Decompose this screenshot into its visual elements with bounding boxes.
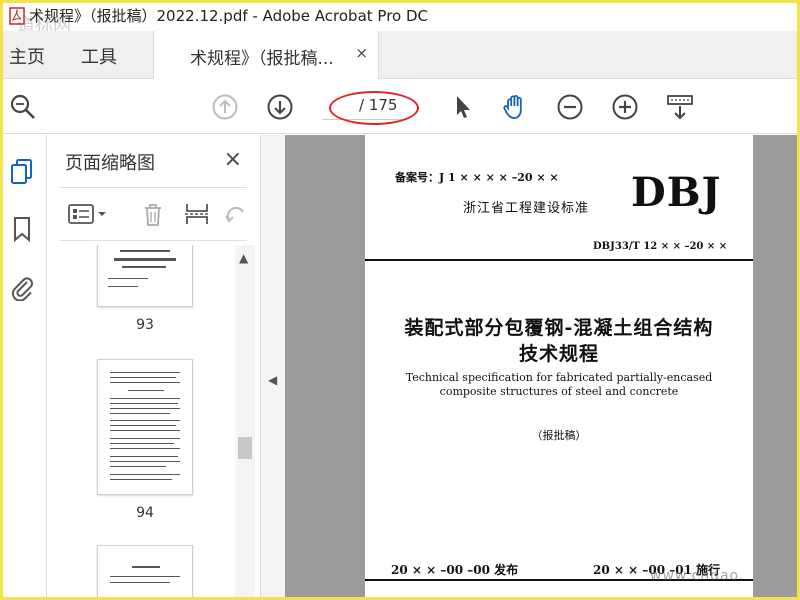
issue-date: 20 × × –00 –00 发布 <box>391 563 519 577</box>
collapse-arrow-icon[interactable]: ◀ <box>268 373 277 387</box>
extract-pages-icon[interactable] <box>183 200 211 228</box>
menu-tools[interactable]: 工具 <box>81 43 117 69</box>
scroll-thumb[interactable] <box>238 437 252 459</box>
select-arrow-icon[interactable] <box>449 93 477 121</box>
title-bar: 术规程》（报批稿）2022.12.pdf - Adobe Acrobat Pro… <box>3 3 797 36</box>
thumbnail-page-number: 93 <box>136 317 154 333</box>
thumbnail-options-icon[interactable] <box>67 200 111 228</box>
bookmarks-icon[interactable] <box>9 215 35 243</box>
previous-page-icon[interactable] <box>211 93 239 121</box>
panel-toolbar <box>59 187 247 241</box>
thumbnail-page[interactable] <box>97 545 193 597</box>
panel-close-button[interactable]: × <box>224 147 242 172</box>
english-title-line2: composite structures of steel and concre… <box>439 385 679 398</box>
standard-series: DBJ <box>631 169 722 216</box>
pdf-page: 备案号：J 1 × × × × –20 × × DBJ 浙江省工程建设标准 DB… <box>365 135 753 597</box>
document-view: 备案号：J 1 × × × × –20 × × DBJ 浙江省工程建设标准 DB… <box>285 135 797 597</box>
thumbnail-list: 93 94 <box>47 245 235 597</box>
english-title-line1: Technical specification for fabricated p… <box>405 371 713 384</box>
thumbnail-page[interactable] <box>97 245 193 307</box>
document-title-line2: 技术规程 <box>518 343 599 365</box>
thumbnail-page-number: 94 <box>136 505 154 521</box>
acrobat-window: 术规程》（报批稿）2022.12.pdf - Adobe Acrobat Pro… <box>3 3 797 597</box>
standard-organization: 浙江省工程建设标准 <box>463 201 590 216</box>
window-title: 术规程》（报批稿）2022.12.pdf - Adobe Acrobat Pro… <box>29 7 428 25</box>
thumbnail-page[interactable] <box>97 359 193 495</box>
zoom-search-icon[interactable] <box>9 93 37 121</box>
menu-home[interactable]: 主页 <box>9 43 45 69</box>
toolbar: / 175 <box>3 80 797 134</box>
document-tab[interactable]: 术规程》（报批稿... × <box>153 31 379 79</box>
tab-label: 术规程》（报批稿... <box>190 49 334 69</box>
draft-label: （报批稿） <box>531 429 587 442</box>
navigation-rail <box>3 135 47 597</box>
top-rule <box>365 259 753 261</box>
scroll-mode-icon[interactable] <box>666 93 694 121</box>
record-number: 备案号：J 1 × × × × –20 × × <box>395 171 559 184</box>
menu-bar: 主页 工具 术规程》（报批稿... × <box>3 31 797 79</box>
next-page-icon[interactable] <box>266 93 294 121</box>
standard-code: DBJ33/T 12 × × –20 × × <box>593 241 728 252</box>
zoom-out-icon[interactable] <box>556 93 584 121</box>
tab-close-button[interactable]: × <box>355 44 368 62</box>
annotation-oval <box>329 91 419 125</box>
delete-page-icon[interactable] <box>139 200 167 228</box>
hand-tool-icon[interactable] <box>501 93 529 121</box>
attachments-icon[interactable] <box>9 273 35 301</box>
panel-title: 页面缩略图 <box>65 153 155 174</box>
rotate-page-icon[interactable] <box>221 200 249 228</box>
panel-collapse-handle[interactable]: ◀ <box>261 135 285 597</box>
scroll-up-icon[interactable]: ▲ <box>239 251 248 265</box>
thumbnails-panel: 页面缩略图 × 93 94 ▲ <box>47 135 261 597</box>
zoom-in-icon[interactable] <box>611 93 639 121</box>
page-thumbnails-icon[interactable] <box>9 157 35 185</box>
document-title-line1: 装配式部分包覆钢-混凝土组合结构 <box>404 317 714 339</box>
watermark-bottom: www.cndao. <box>650 568 745 584</box>
thumbnail-scrollbar[interactable]: ▲ <box>235 245 255 597</box>
